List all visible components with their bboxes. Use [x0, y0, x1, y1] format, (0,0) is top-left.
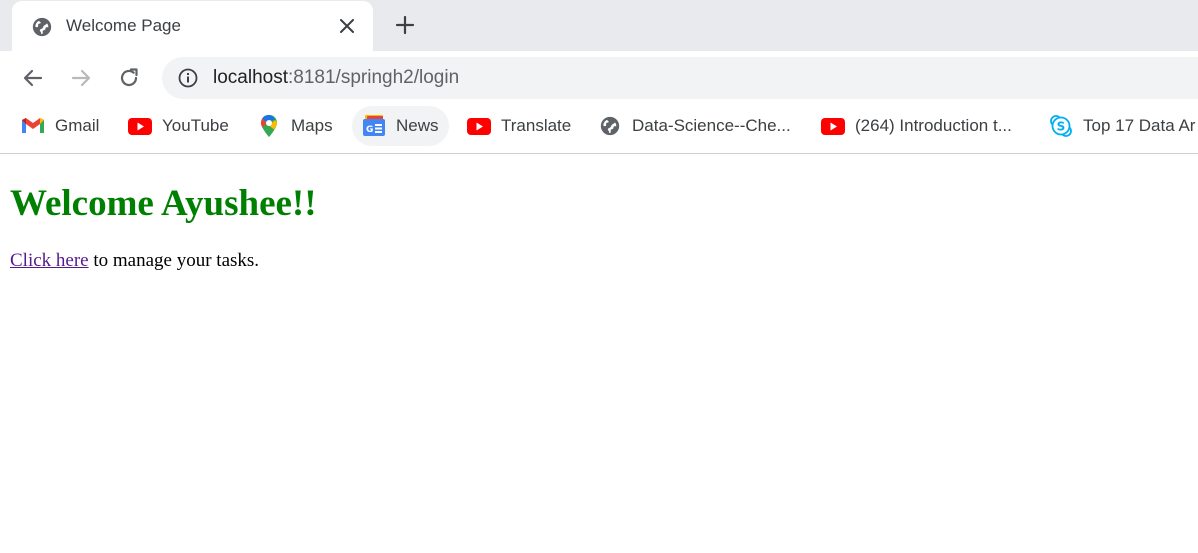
bookmark-top-17-data[interactable]: S Top 17 Data Ar [1049, 106, 1195, 146]
instruction-text: Click here to manage your tasks. [10, 250, 259, 272]
click-here-link[interactable]: Click here [10, 250, 89, 271]
bookmark-label: Data-Science--Che... [632, 116, 791, 135]
bookmark-gmail[interactable]: Gmail [21, 106, 99, 146]
maps-pin-icon [257, 114, 281, 138]
browser-toolbar: localhost:8181/springh2/login [0, 51, 1198, 104]
svg-text:S: S [1057, 120, 1066, 134]
close-icon[interactable] [337, 16, 357, 36]
youtube-icon [821, 114, 845, 138]
bookmark-youtube[interactable]: YouTube [128, 106, 229, 146]
url-host: localhost [213, 67, 288, 88]
bookmark-label: YouTube [162, 116, 229, 135]
page-content: Welcome Ayushee!! Click here to manage y… [0, 154, 1198, 553]
google-news-icon: G [362, 114, 386, 138]
url-text[interactable]: localhost:8181/springh2/login [213, 66, 459, 90]
tab-welcome-page[interactable]: Welcome Page [12, 1, 373, 51]
skype-icon: S [1049, 114, 1073, 138]
tab-title: Welcome Page [66, 16, 181, 35]
reload-icon[interactable] [115, 64, 143, 92]
bookmark-label: News [396, 116, 439, 135]
tab-strip: Welcome Page [0, 0, 1198, 51]
arrow-left-icon[interactable] [19, 64, 47, 92]
page-heading: Welcome Ayushee!! [10, 183, 317, 224]
bookmark-translate[interactable]: Translate [467, 106, 571, 146]
bookmarks-bar: Gmail YouTube Maps G News Translate Data… [0, 104, 1198, 154]
youtube-icon [128, 114, 152, 138]
bookmark-label: Gmail [55, 116, 100, 135]
info-icon[interactable] [177, 67, 199, 89]
globe-icon [31, 16, 53, 38]
bookmark-data-science[interactable]: Data-Science--Che... [598, 106, 791, 146]
bookmark-introduction[interactable]: (264) Introduction t... [821, 106, 1012, 146]
bookmark-news[interactable]: G News [352, 106, 449, 146]
bookmark-label: Maps [291, 116, 333, 135]
address-bar[interactable]: localhost:8181/springh2/login [162, 57, 1198, 99]
gmail-icon [21, 114, 45, 138]
bookmark-label: Top 17 Data Ar [1083, 116, 1196, 135]
url-path: :8181/springh2/login [288, 67, 460, 88]
plus-icon[interactable] [393, 13, 417, 37]
browser-window: Welcome Page localhost:8181/springh2/log… [0, 0, 1198, 553]
bookmark-label: (264) Introduction t... [855, 116, 1012, 135]
svg-text:G: G [366, 125, 373, 135]
arrow-right-icon[interactable] [67, 64, 95, 92]
instruction-body: to manage your tasks. [88, 250, 260, 271]
bookmark-label: Translate [501, 116, 572, 135]
bookmark-maps[interactable]: Maps [257, 106, 333, 146]
youtube-icon [467, 114, 491, 138]
globe-icon [598, 114, 622, 138]
